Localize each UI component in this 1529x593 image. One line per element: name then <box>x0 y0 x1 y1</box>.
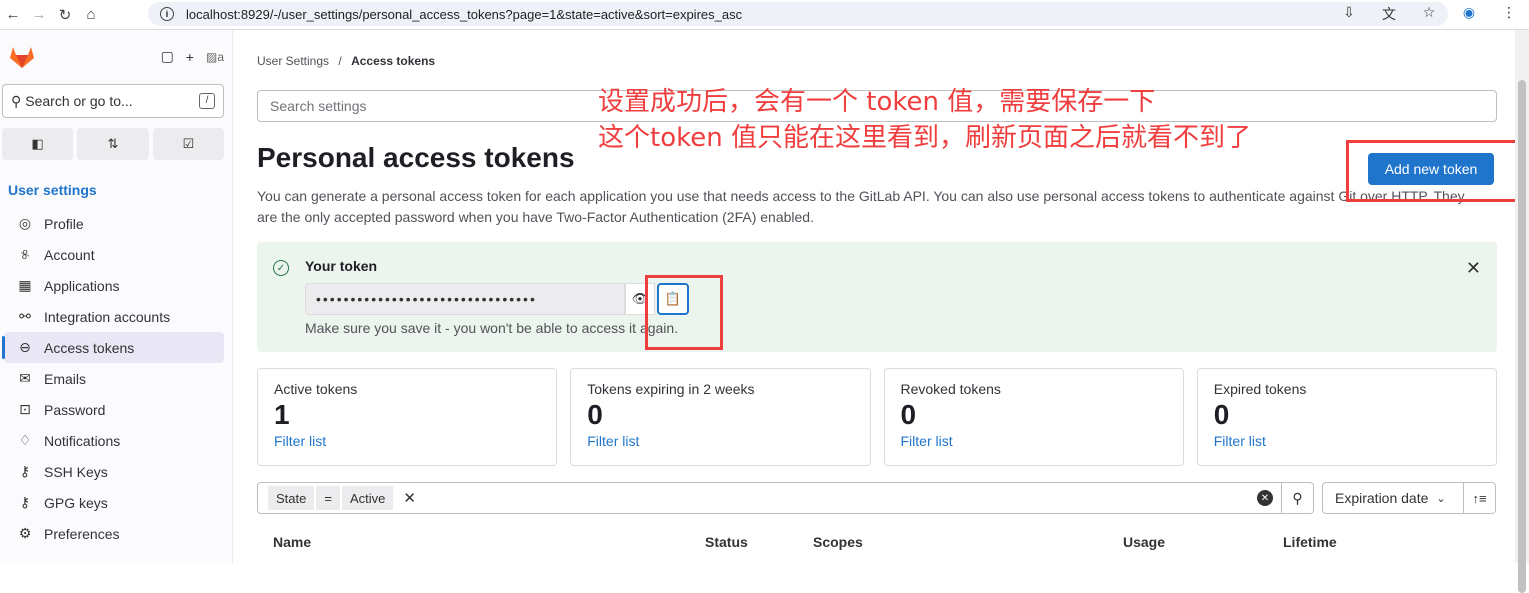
filter-bar: State = Active ✕ ✕ ⚲ Expiration date ⌄ ↑… <box>257 482 1497 514</box>
page-description: You can generate a personal access token… <box>257 188 1465 225</box>
preferences-icon: ⚙ <box>18 525 32 541</box>
key-icon: ⚷ <box>19 494 31 510</box>
annotation-box-add-button <box>1346 140 1526 202</box>
todo-icon[interactable]: ☑ <box>152 128 224 160</box>
stat-label: Active tokens <box>274 381 358 397</box>
scrollbar[interactable] <box>1515 30 1529 593</box>
annotation-line-1: 设置成功后，会有一个 token 值，需要保存一下 <box>598 87 1156 117</box>
stat-card-expiring: Tokens expiring in 2 weeks 0 Filter list <box>570 368 871 466</box>
account-icon: ୫ <box>20 246 30 262</box>
token-value-field[interactable]: •••••••••••••••••••••••••••••••• <box>305 283 625 315</box>
filter-token-key: State <box>268 486 315 510</box>
avatar[interactable]: ▨a <box>206 50 224 64</box>
lock-icon: ⊡ <box>19 401 31 417</box>
applications-icon: ▦ <box>18 277 32 293</box>
filter-token-operator: = <box>316 486 340 510</box>
stat-label: Expired tokens <box>1213 381 1307 397</box>
back-icon[interactable]: ← <box>0 6 26 23</box>
filter-token-value: Active <box>341 486 394 510</box>
col-usage: Usage <box>1123 534 1166 550</box>
stat-card-expired: Expired tokens 0 Filter list <box>1196 368 1497 466</box>
sidebar-item-applications[interactable]: ▦ Applications <box>4 270 224 301</box>
stat-card-revoked: Revoked tokens 0 Filter list <box>883 368 1184 466</box>
merge-requests-icon[interactable]: ⇅ <box>77 128 149 160</box>
gitlab-logo-icon[interactable] <box>8 45 36 69</box>
col-name: Name <box>273 534 312 550</box>
translate-icon[interactable]: 文 <box>1379 4 1399 24</box>
bell-icon: ♢ <box>18 432 32 448</box>
token-alert-title: Your token <box>305 258 378 274</box>
token-alert: ✓ Your token ✕ •••••••••••••••••••••••••… <box>257 242 1497 352</box>
filter-token[interactable]: State = Active ✕ <box>268 486 426 510</box>
filter-list-link[interactable]: Filter list <box>587 433 853 449</box>
integration-icon: ⚯ <box>19 308 31 324</box>
install-icon[interactable]: ⇩ <box>1339 4 1359 24</box>
breadcrumb-separator: / <box>338 54 342 68</box>
sidebar-item-ssh-keys[interactable]: ⚷ SSH Keys <box>4 456 224 487</box>
create-new-icon[interactable]: + <box>186 49 194 65</box>
issues-icon[interactable]: ◧ <box>2 128 74 160</box>
sidebar-item-preferences[interactable]: ⚙ Preferences <box>4 518 224 549</box>
col-status: Status <box>705 534 748 550</box>
search-icon: ⚲ <box>11 92 22 109</box>
key-icon: ⚷ <box>19 463 31 479</box>
sidebar: ▢ + ▨a ⚲ Search or go to... / ◧ ⇅ ☑ User… <box>0 30 233 563</box>
url-text: localhost:8929/-/user_settings/personal_… <box>186 6 743 22</box>
mail-icon: ✉ <box>19 370 31 386</box>
annotation-text: 设置成功后，会有一个 token 值，需要保存一下 这个token 值只能在这里… <box>598 84 1251 156</box>
bookmark-star-icon[interactable]: ☆ <box>1419 4 1439 24</box>
profile-icon[interactable]: ◉ <box>1459 4 1479 24</box>
sidebar-item-access-tokens[interactable]: ⊖ Access tokens <box>2 332 224 363</box>
remove-token-icon[interactable]: ✕ <box>395 486 424 510</box>
sidebar-item-emails[interactable]: ✉ Emails <box>4 363 224 394</box>
sidebar-item-password[interactable]: ⊡ Password <box>4 394 224 425</box>
filter-list-link[interactable]: Filter list <box>901 433 1167 449</box>
sidebar-item-notifications[interactable]: ♢ Notifications <box>4 425 224 456</box>
search-or-go-button[interactable]: ⚲ Search or go to... / <box>2 84 224 118</box>
chevron-down-icon: ⌄ <box>1436 492 1446 505</box>
close-icon[interactable]: ✕ <box>1466 258 1481 279</box>
menu-icon[interactable]: ⋮ <box>1499 4 1519 24</box>
browser-toolbar: ← → ↻ ⌂ i localhost:8929/-/user_settings… <box>0 0 1529 30</box>
token-alert-note: Make sure you save it - you won't be abl… <box>305 320 679 336</box>
token-stats: Active tokens 1 Filter list Tokens expir… <box>257 368 1497 466</box>
stat-value: 0 <box>587 399 603 430</box>
sidebar-item-integration-accounts[interactable]: ⚯ Integration accounts <box>4 301 224 332</box>
stat-label: Revoked tokens <box>900 381 1001 397</box>
home-icon[interactable]: ⌂ <box>78 6 104 23</box>
clear-filter-icon[interactable]: ✕ <box>1257 490 1273 506</box>
sort-direction-icon[interactable]: ↑≡ <box>1464 482 1496 514</box>
breadcrumb-current: Access tokens <box>351 54 436 68</box>
sort-dropdown[interactable]: Expiration date ⌄ <box>1322 482 1464 514</box>
table-header: Name Status Scopes Usage Lifetime <box>257 534 1497 550</box>
filter-list-link[interactable]: Filter list <box>274 433 540 449</box>
sidebar-section-title: User settings <box>8 182 97 198</box>
breadcrumb: User Settings / Access tokens <box>257 54 1497 68</box>
filter-input[interactable]: State = Active ✕ ✕ <box>257 482 1282 514</box>
reload-icon[interactable]: ↻ <box>52 6 78 24</box>
stat-value: 0 <box>1213 399 1230 430</box>
filter-list-link[interactable]: Filter list <box>1214 433 1480 449</box>
address-bar[interactable]: i localhost:8929/-/user_settings/persona… <box>148 2 1448 26</box>
sidebar-item-account[interactable]: ୫ Account <box>4 239 224 270</box>
forward-icon[interactable]: → <box>26 6 52 23</box>
token-icon: ⊖ <box>19 339 31 355</box>
site-info-icon[interactable]: i <box>160 7 174 21</box>
check-circle-icon: ✓ <box>273 260 289 276</box>
annotation-box-copy-button <box>645 275 723 350</box>
stat-value: 0 <box>900 399 917 430</box>
annotation-line-2: 这个token 值只能在这里看到，刷新页面之后就看不到了 <box>598 123 1251 153</box>
profile-icon: ◎ <box>18 215 32 231</box>
sidebar-toggle-icon[interactable]: ▢ <box>161 48 174 65</box>
col-lifetime: Lifetime <box>1283 534 1337 550</box>
stat-value: 1 <box>274 399 290 430</box>
sidebar-item-gpg-keys[interactable]: ⚷ GPG keys <box>4 487 224 518</box>
search-icon[interactable]: ⚲ <box>1282 482 1314 514</box>
shortcut-key: / <box>199 93 215 109</box>
col-scopes: Scopes <box>813 534 863 550</box>
stat-label: Tokens expiring in 2 weeks <box>587 381 755 397</box>
stat-card-active: Active tokens 1 Filter list <box>257 368 558 466</box>
breadcrumb-parent[interactable]: User Settings <box>257 54 329 68</box>
sidebar-item-profile[interactable]: ◎ Profile <box>4 208 224 239</box>
